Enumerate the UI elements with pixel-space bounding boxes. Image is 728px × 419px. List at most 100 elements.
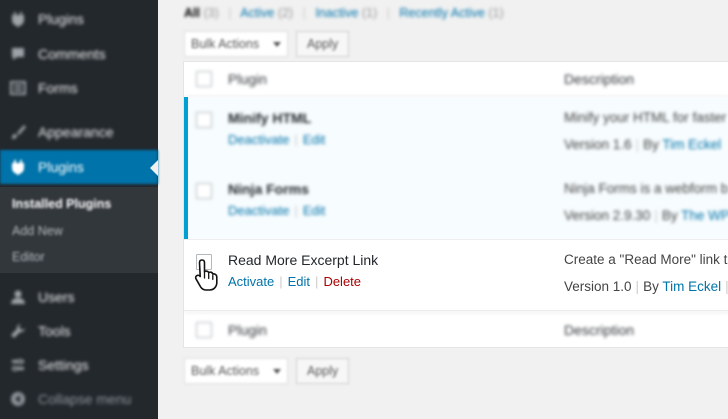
apply-button[interactable]: Apply — [296, 31, 350, 57]
active-plugin-indicator — [184, 97, 188, 168]
table-row: Minify HTML Deactivate | Edit Minify your … — [184, 97, 728, 169]
plugin-version: Version 2.9.30 — [564, 208, 651, 223]
bulk-actions-select[interactable]: Bulk Actions — [184, 358, 288, 384]
column-footer-description: Description — [564, 322, 635, 338]
author-link[interactable]: Tim Eckel — [662, 279, 721, 294]
menu-item-settings[interactable]: Settings — [0, 348, 158, 382]
users-icon — [8, 287, 28, 307]
menu-label: Comments — [38, 46, 106, 62]
menu-item-forms[interactable]: Forms — [0, 71, 158, 105]
menu-label: Settings — [38, 357, 89, 373]
filter-separator: | — [228, 6, 232, 20]
bulk-actions-value: Bulk Actions — [191, 37, 260, 51]
filter-all[interactable]: All — [184, 6, 200, 20]
delete-link[interactable]: Delete — [323, 274, 361, 289]
edit-link[interactable]: Edit — [288, 274, 310, 289]
plugins-submenu: Installed Plugins Add New Editor — [0, 187, 158, 273]
action-separator: | — [315, 274, 319, 289]
bulk-actions-top: Bulk Actions Apply — [184, 31, 350, 57]
plugin-description: Create a "Read More" link t — [564, 252, 728, 267]
wrench-icon — [8, 321, 28, 341]
author-link[interactable]: The WP — [681, 208, 728, 223]
column-footer-plugin[interactable]: Plugin — [228, 322, 267, 338]
hand-pointer-cursor-icon — [194, 259, 218, 291]
by-label: By — [661, 208, 678, 223]
menu-label: Appearance — [38, 124, 114, 140]
collapse-icon — [8, 389, 28, 409]
menu-label: Plugins — [38, 11, 84, 27]
admin-sidebar: Plugins Comments Forms Appearance Plugin… — [0, 0, 158, 419]
plugin-meta: Version 1.6 | By Tim Eckel — [564, 137, 721, 152]
plugin-version: Version 1.0 — [564, 279, 632, 294]
plugin-meta: Version 2.9.30 | By The WP — [564, 208, 728, 223]
plugin-description: Minify your HTML for faster — [564, 110, 727, 125]
by-label: By — [643, 137, 659, 152]
meta-separator: | — [654, 208, 658, 223]
menu-label: Collapse menu — [38, 391, 132, 407]
column-header-description: Description — [564, 71, 635, 87]
plugin-title: Ninja Forms — [228, 181, 309, 197]
column-header-plugin[interactable]: Plugin — [228, 71, 267, 87]
comment-icon — [8, 44, 28, 64]
plugin-meta: Version 1.0 | By Tim Eckel | — [564, 279, 728, 294]
menu-item-appearance[interactable]: Appearance — [0, 115, 158, 149]
filter-inactive-count: (1) — [361, 6, 378, 20]
meta-separator: | — [635, 279, 640, 294]
plugin-title: Read More Excerpt Link — [228, 252, 379, 268]
apply-button[interactable]: Apply — [296, 358, 350, 384]
plugin-version: Version 1.6 — [564, 137, 632, 152]
submenu-editor[interactable]: Editor — [12, 250, 45, 264]
plugin-title: Minify HTML — [228, 110, 312, 126]
chevron-down-icon — [273, 369, 281, 374]
menu-label: Plugins — [38, 159, 84, 175]
filter-recently-active[interactable]: Recently Active — [399, 6, 484, 20]
author-link[interactable]: Tim Eckel — [662, 137, 721, 152]
table-header: Plugin Description — [184, 62, 728, 97]
plugin-icon — [8, 9, 28, 29]
select-all-checkbox[interactable] — [196, 71, 212, 87]
menu-item-tools[interactable]: Tools — [0, 314, 158, 348]
row-actions: Deactivate | Edit — [228, 203, 325, 218]
plugin-status-filters: All (3) | Active (2) | Inactive (1) | Re… — [184, 6, 504, 20]
filter-active-count: (2) — [277, 6, 294, 20]
bulk-actions-select[interactable]: Bulk Actions — [184, 31, 288, 57]
plugins-table: Plugin Description Minify HTML Deactivat… — [183, 61, 728, 348]
submenu-installed-plugins[interactable]: Installed Plugins — [12, 197, 111, 211]
submenu-add-new[interactable]: Add New — [12, 224, 63, 238]
action-separator: | — [294, 203, 298, 218]
row-checkbox[interactable] — [196, 183, 212, 199]
menu-item-plugins-active[interactable]: Plugins — [0, 150, 158, 184]
active-plugin-indicator — [184, 168, 188, 239]
deactivate-link[interactable]: Deactivate — [228, 203, 289, 218]
menu-item-comments[interactable]: Comments — [0, 37, 158, 71]
row-actions: Activate | Edit | Delete — [228, 274, 361, 289]
menu-item-plugins-top[interactable]: Plugins — [0, 2, 158, 36]
row-actions: Deactivate | Edit — [228, 132, 325, 147]
table-footer: Plugin Description — [184, 312, 728, 347]
brush-icon — [8, 122, 28, 142]
filter-inactive[interactable]: Inactive — [315, 6, 358, 20]
edit-link[interactable]: Edit — [303, 203, 325, 218]
settings-icon — [8, 355, 28, 375]
filter-separator: | — [302, 6, 306, 20]
active-menu-arrow — [150, 160, 158, 176]
action-separator: | — [279, 274, 283, 289]
edit-link[interactable]: Edit — [303, 132, 325, 147]
bulk-actions-bottom: Bulk Actions Apply — [184, 358, 350, 384]
row-checkbox[interactable] — [196, 112, 212, 128]
table-row: Ninja Forms Deactivate | Edit Ninja Forms … — [184, 168, 728, 240]
menu-item-users[interactable]: Users — [0, 280, 158, 314]
activate-link[interactable]: Activate — [228, 274, 274, 289]
filter-separator: | — [386, 6, 390, 20]
plugin-icon — [8, 157, 28, 177]
menu-label: Forms — [38, 80, 78, 96]
chevron-down-icon — [273, 42, 281, 47]
deactivate-link[interactable]: Deactivate — [228, 132, 289, 147]
menu-item-collapse[interactable]: Collapse menu — [0, 382, 158, 416]
menu-label: Tools — [38, 323, 71, 339]
menu-label: Users — [38, 289, 75, 305]
filter-active[interactable]: Active — [240, 6, 274, 20]
select-all-checkbox-footer[interactable] — [196, 322, 212, 338]
forms-icon — [8, 78, 28, 98]
bulk-actions-value: Bulk Actions — [191, 364, 260, 378]
